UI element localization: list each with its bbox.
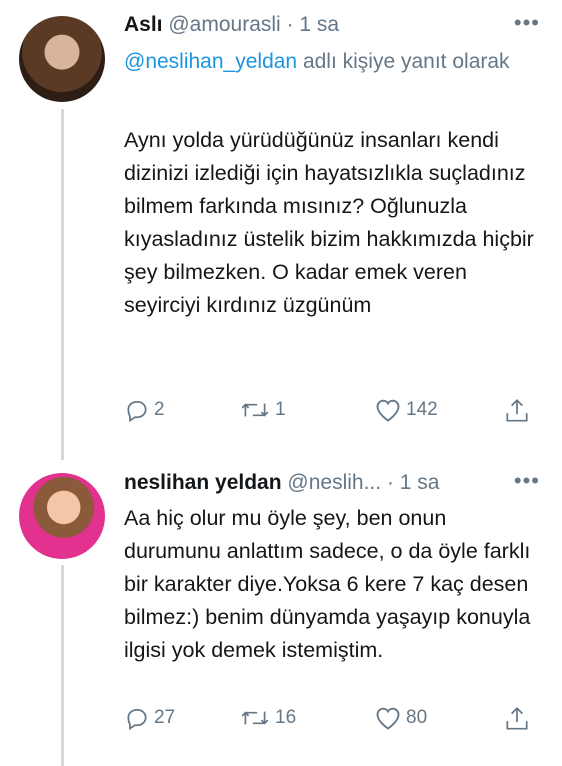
retweet-button[interactable]: 16 [239,705,296,731]
reply-count: 2 [154,399,165,420]
display-name[interactable]: neslihan yeldan [124,471,282,494]
like-button[interactable]: 80 [374,705,427,731]
reply-icon [127,401,147,423]
share-button[interactable] [504,705,530,733]
thread-line [61,109,64,460]
reply-count: 27 [154,707,176,728]
like-count: 80 [406,707,428,728]
retweet-button[interactable]: 1 [239,397,286,423]
timestamp[interactable]: · 1 sa [387,471,440,494]
share-button[interactable] [504,397,530,425]
heart-icon [376,399,400,422]
share-icon [506,399,528,422]
reply-button[interactable]: 2 [124,397,165,423]
user-handle[interactable]: @amourasli [168,13,280,36]
heart-icon [376,707,400,730]
tweet-text: Aynı yolda yürüdüğünüz insanları kendi d… [124,128,534,317]
avatar[interactable] [19,16,105,102]
tweet-header: neslihan yeldan @neslih... · 1 sa [124,470,439,496]
share-icon [506,707,528,730]
tweet-text: Aa hiç olur mu öyle şey, ben onun durumu… [124,506,531,662]
replying-to-text: adlı kişiye yanıt olarak [297,50,510,73]
user-handle[interactable]: @neslih... [287,471,381,494]
timestamp[interactable]: · 1 sa [287,13,340,36]
tweet-asli[interactable]: Aslı @amourasli · 1 sa ••• @neslihan_yel… [0,0,562,460]
more-options-icon[interactable]: ••• [514,468,540,494]
reply-button[interactable]: 27 [124,705,175,731]
like-count: 142 [406,399,438,420]
tweet-actions: 27 16 80 [124,705,534,735]
retweet-icon [241,711,269,725]
replying-to: @neslihan_yeldan adlı kişiye yanıt olara… [124,45,534,78]
like-button[interactable]: 142 [374,397,438,423]
tweet-actions: 2 1 142 [124,397,534,427]
mention-link[interactable]: @neslihan_yeldan [124,50,297,73]
more-options-icon[interactable]: ••• [514,10,540,36]
retweet-count: 16 [275,707,297,728]
reply-icon [127,709,147,731]
retweet-count: 1 [275,399,286,420]
thread-line [61,565,64,766]
retweet-icon [241,403,269,417]
display-name[interactable]: Aslı [124,13,163,36]
avatar[interactable] [19,473,105,559]
tweet-header: Aslı @amourasli · 1 sa [124,12,339,38]
tweet-neslihan[interactable]: neslihan yeldan @neslih... · 1 sa ••• Aa… [0,455,562,766]
